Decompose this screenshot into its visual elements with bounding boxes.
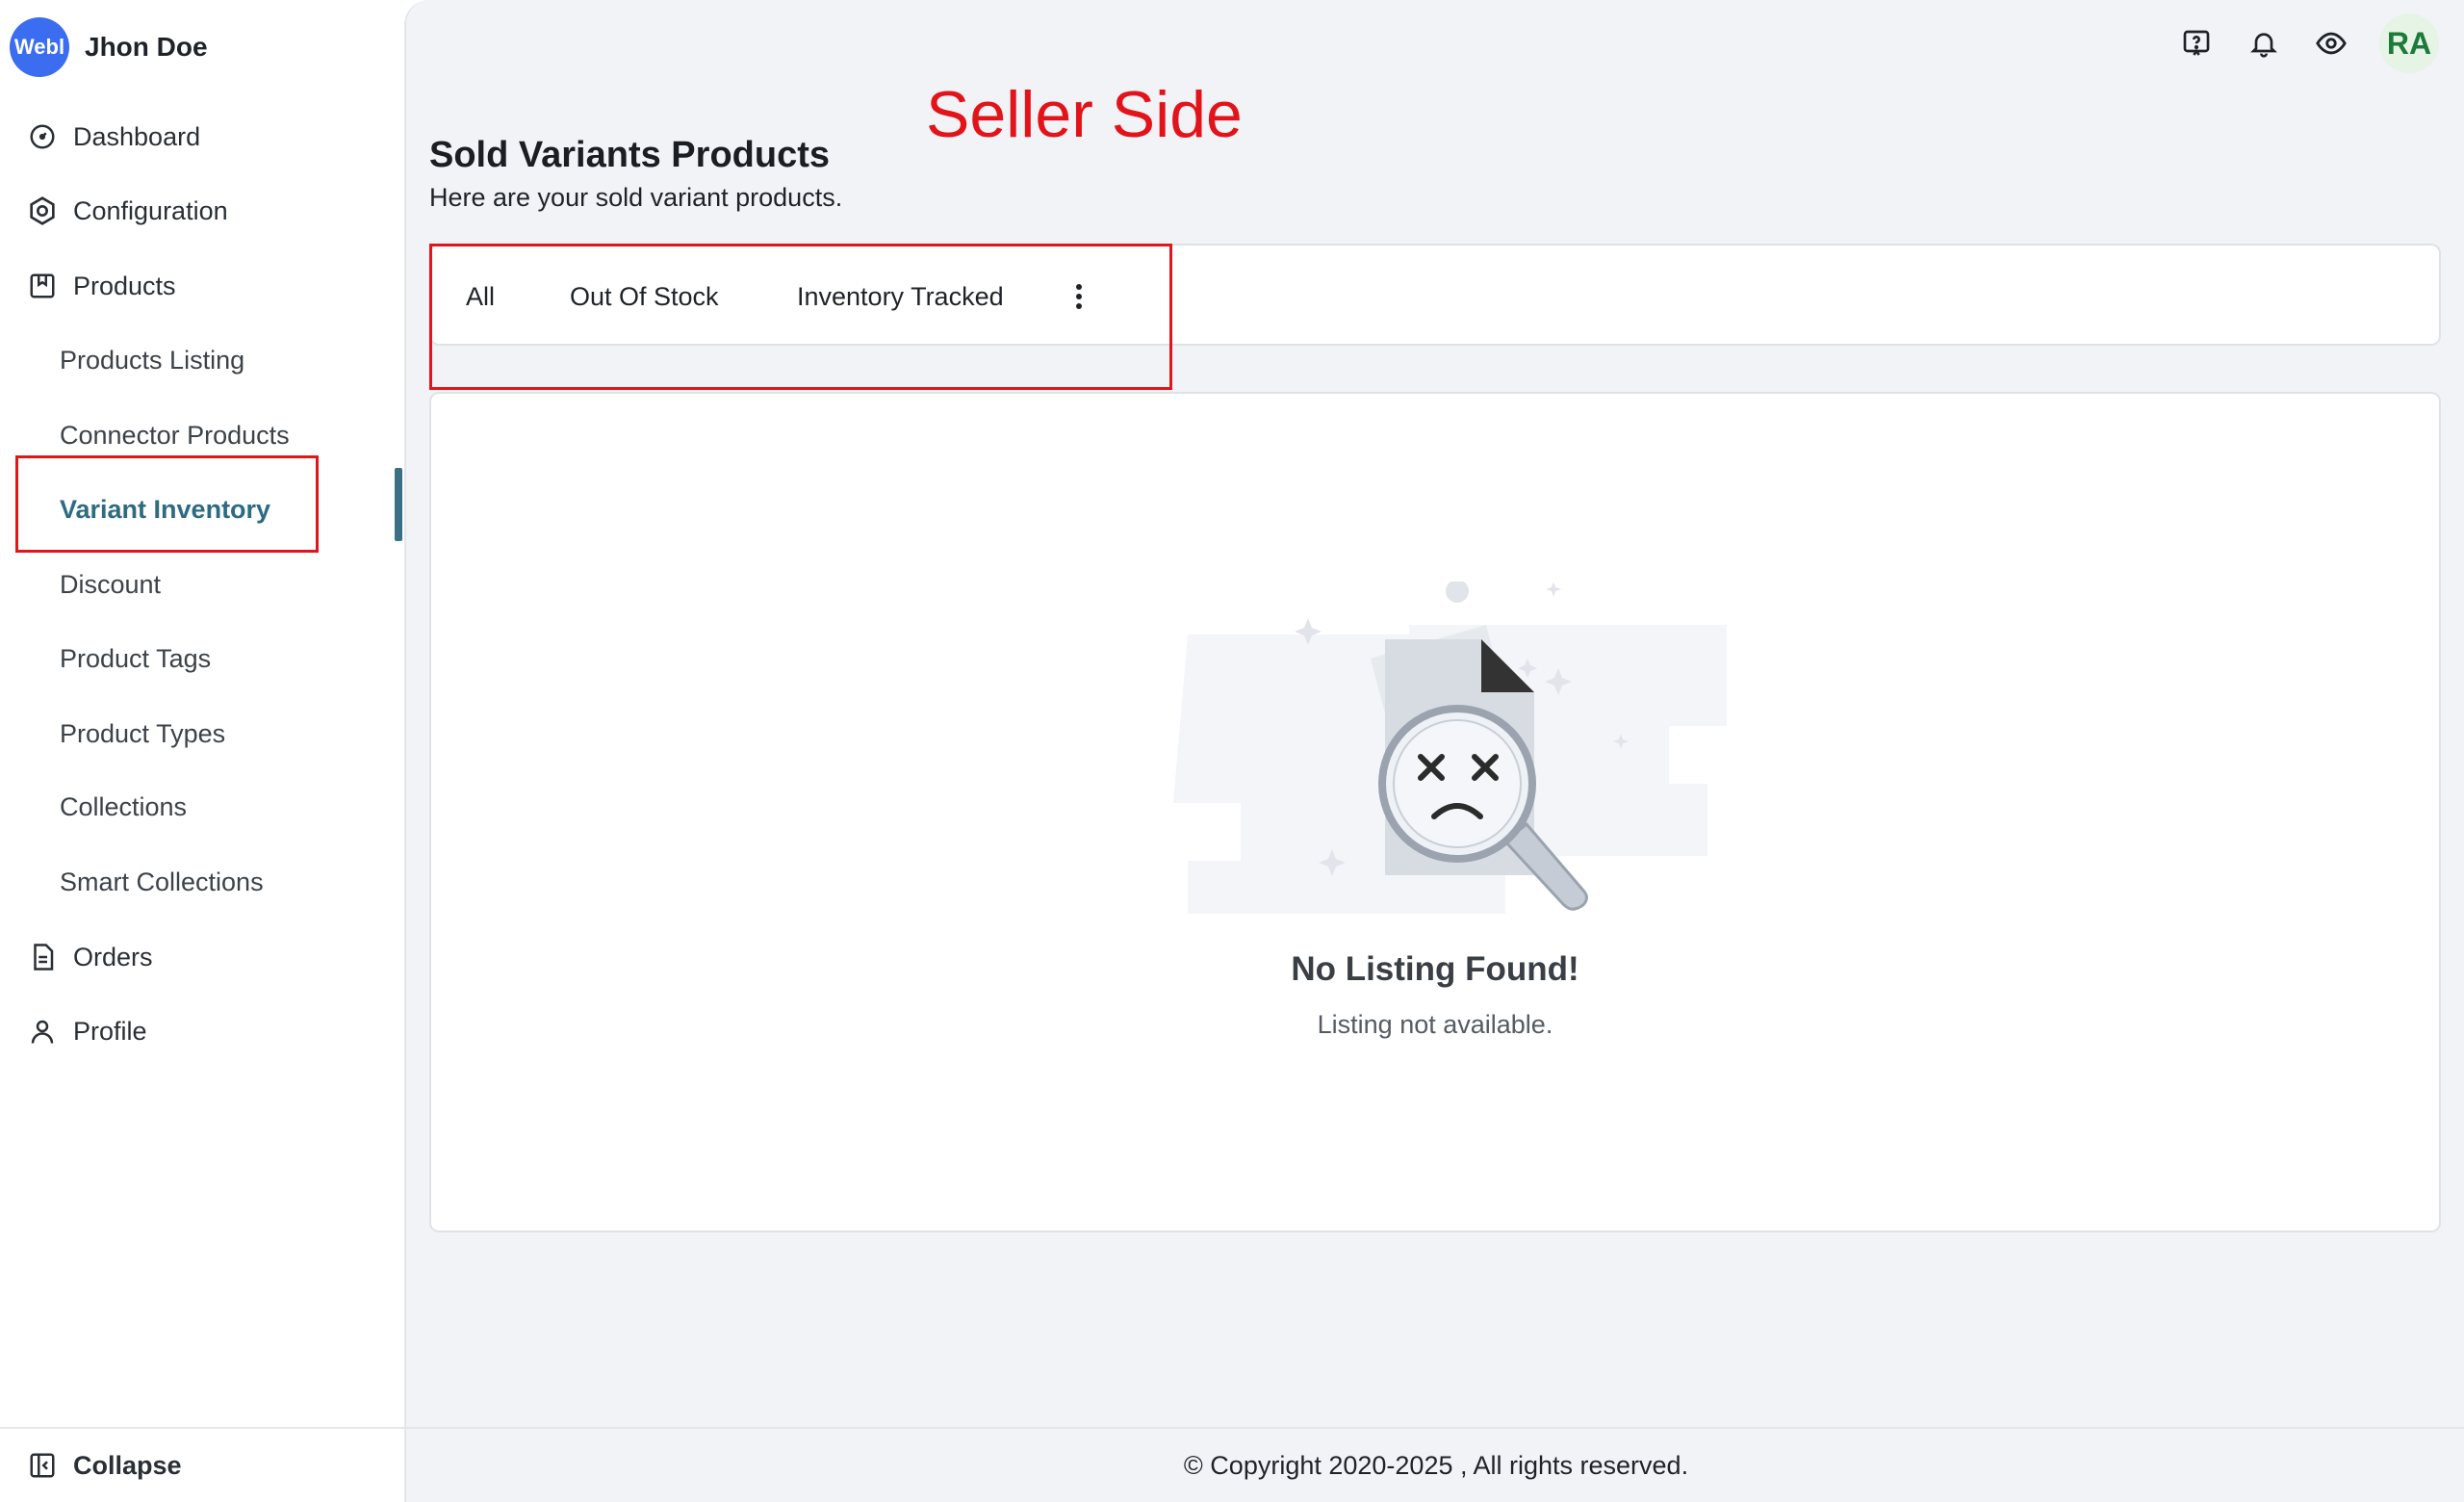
user-name: Jhon Doe [85,32,208,62]
eye-icon[interactable] [2312,24,2350,63]
help-icon[interactable] [2177,24,2216,63]
dashboard-icon [25,119,60,154]
sidebar-item-label: Product Types [60,718,226,748]
sidebar-item-product-types[interactable]: Product Types [0,705,404,763]
sidebar-item-label: Products [73,271,176,300]
brand: Webl Jhon Doe [10,17,208,77]
sidebar-item-label: Products Listing [60,345,245,375]
empty-state-text: Listing not available. [1317,1010,1553,1039]
annotation-label: Seller Side [926,78,1243,151]
main-content: RA Seller Side Sold Variants Products He… [404,0,2464,1502]
sidebar-item-products[interactable]: Products [0,257,404,315]
collapse-label: Collapse [73,1450,182,1480]
collapse-icon [25,1448,60,1483]
sidebar-item-label: Orders [73,942,153,971]
user-icon [25,1014,60,1049]
bell-icon[interactable] [2245,24,2283,63]
topbar: RA [2177,13,2439,73]
sidebar-item-label: Dashboard [73,121,201,151]
empty-state-illustration-icon [1173,582,1727,914]
sidebar-item-label: Collections [60,791,188,821]
sidebar-item-products-listing[interactable]: Products Listing [0,331,404,389]
sidebar-item-label: Configuration [73,195,228,225]
highlight-box [429,244,1172,390]
sidebar: Webl Jhon Doe Dashboard Configuration Pr… [0,0,404,1502]
brand-logo[interactable]: Webl [10,17,69,77]
sidebar-item-label: Profile [73,1016,147,1046]
sidebar-item-label: Discount [60,569,162,599]
page-title: Sold Variants Products [429,135,830,175]
sidebar-item-product-tags[interactable]: Product Tags [0,630,404,687]
active-indicator [395,468,402,541]
sidebar-item-configuration[interactable]: Configuration [0,182,404,240]
sidebar-item-collections[interactable]: Collections [0,778,404,836]
empty-state-title: No Listing Found! [1291,950,1579,988]
highlight-box [15,455,319,553]
sidebar-item-discount[interactable]: Discount [0,556,404,613]
sidebar-item-dashboard[interactable]: Dashboard [0,108,404,166]
sidebar-item-orders[interactable]: Orders [0,928,404,986]
avatar[interactable]: RA [2379,13,2439,73]
footer-copyright: © Copyright 2020-2025 , All rights reser… [406,1427,2464,1502]
products-icon [25,269,60,303]
page-subtitle: Here are your sold variant products. [429,183,843,212]
sidebar-item-label: Smart Collections [60,867,264,896]
sidebar-item-label: Connector Products [60,420,290,450]
sidebar-item-smart-collections[interactable]: Smart Collections [0,853,404,911]
hexagon-settings-icon [25,194,60,228]
collapse-button[interactable]: Collapse [0,1427,404,1502]
listing-card: No Listing Found! Listing not available. [429,392,2441,1232]
sidebar-item-label: Product Tags [60,643,212,673]
sidebar-item-profile[interactable]: Profile [0,1002,404,1060]
orders-icon [25,940,60,974]
